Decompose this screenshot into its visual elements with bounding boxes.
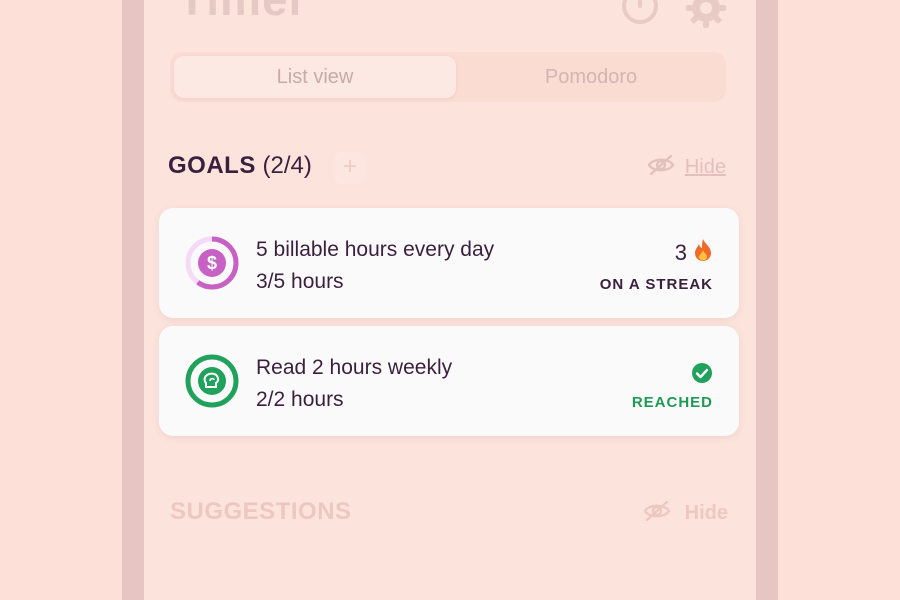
goal-progress-text: 2/2 hours (256, 388, 344, 411)
goal-title: Read 2 hours weekly (256, 356, 453, 379)
goal-card-reading[interactable]: Read 2 hours weekly 2/2 hours REACHED (159, 326, 739, 436)
add-goal-button[interactable]: + (334, 152, 366, 184)
streak-status-label: ON A STREAK (599, 276, 713, 293)
check-icon (691, 362, 713, 389)
goals-title: GOALS (2/4) (168, 152, 312, 180)
goal-title: 5 billable hours every day (256, 238, 495, 261)
streak-count-value: 3 (674, 240, 687, 265)
streak-count: 3 (675, 238, 713, 268)
gear-icon[interactable] (684, 0, 728, 35)
hide-goals-label: Hide (684, 156, 726, 178)
eye-off-icon (647, 154, 675, 181)
goals-title-label: GOALS (168, 152, 256, 179)
hide-goals-button[interactable]: Hide (647, 154, 726, 181)
view-switcher: List view Pomodoro (170, 52, 726, 102)
app-title: Timer (178, 0, 307, 26)
eye-off-icon (643, 500, 671, 527)
goals-header: GOALS (2/4) + Hide (168, 150, 728, 184)
goal-card-billable[interactable]: $ 5 billable hours every day 3/5 hours 3… (159, 208, 739, 318)
suggestions-title: SUGGESTIONS (170, 498, 352, 525)
timer-icon[interactable] (620, 0, 660, 31)
suggestions-header: SUGGESTIONS Hide (170, 496, 728, 530)
goals-count: (2/4) (262, 152, 312, 179)
dollar-icon: $ (206, 253, 217, 273)
hide-suggestions-button[interactable]: Hide (643, 500, 728, 527)
reached-status-label: REACHED (631, 394, 713, 411)
fire-icon (693, 238, 713, 268)
goal-progress-text: 3/5 hours (256, 270, 344, 293)
tab-pomodoro[interactable]: Pomodoro (460, 56, 722, 98)
brain-icon (202, 371, 222, 396)
hide-suggestions-label: Hide (684, 502, 728, 524)
tab-list-view[interactable]: List view (174, 56, 456, 98)
